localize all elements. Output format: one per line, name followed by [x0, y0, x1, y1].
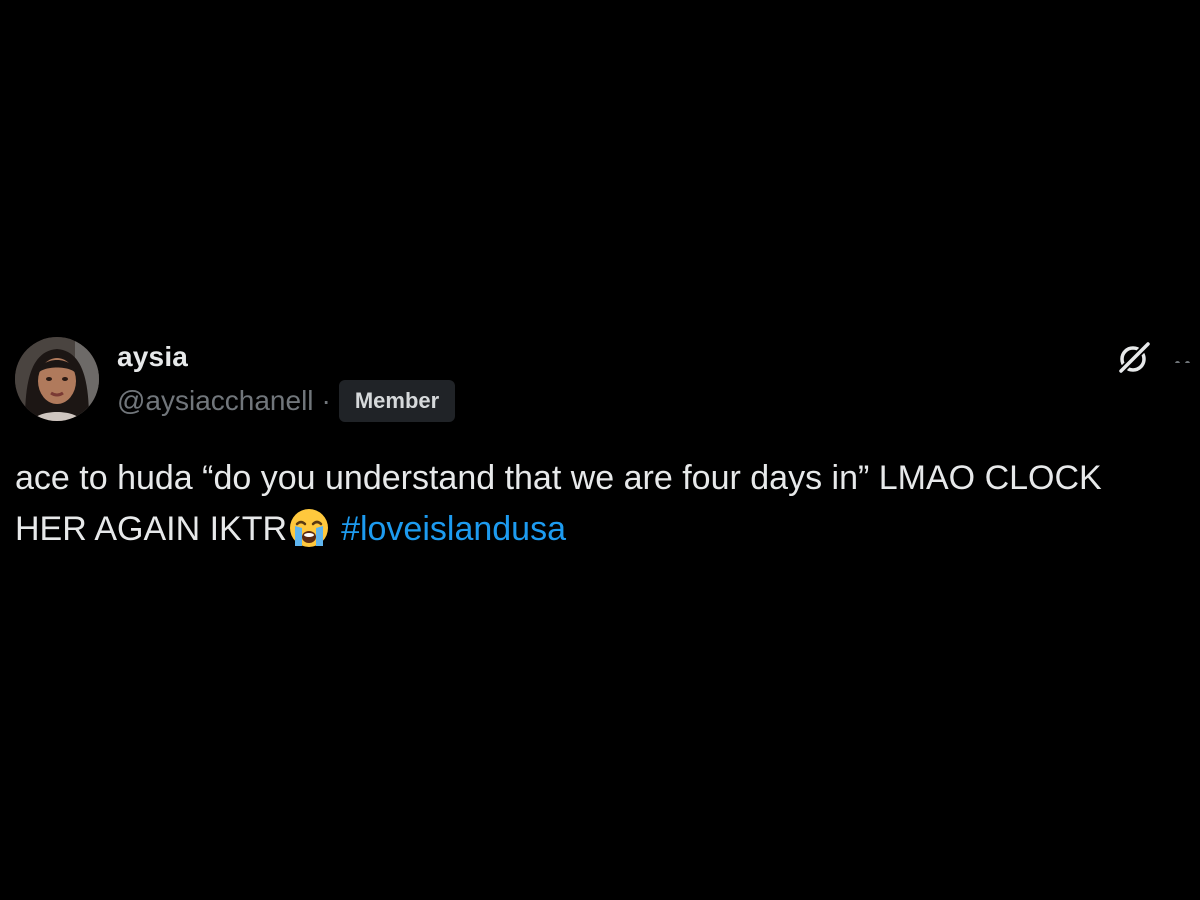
avatar-photo	[15, 337, 99, 421]
page: aysia @aysiacchanell · Member ace to hud…	[0, 0, 1200, 900]
post-text: ace to huda “do you understand that we a…	[15, 453, 1195, 555]
author-handle[interactable]: @aysiacchanell	[117, 385, 314, 417]
more-icon[interactable]	[1175, 353, 1200, 363]
author-meta: @aysiacchanell · Member	[117, 380, 456, 422]
member-badge[interactable]: Member	[338, 380, 456, 422]
loudly-crying-face-icon	[287, 506, 331, 550]
post-text-line-2: HER AGAIN IKTR	[15, 510, 288, 548]
separator-dot: ·	[321, 385, 331, 416]
hashtag-link[interactable]: #loveislandusa	[341, 510, 566, 548]
author-name[interactable]: aysia	[117, 341, 188, 373]
avatar[interactable]	[15, 337, 99, 421]
post-text-line-2-wrapper: HER AGAIN IKTR #loveislandusa	[15, 504, 1195, 555]
grok-icon[interactable]	[1115, 339, 1153, 377]
post-text-line-1: ace to huda “do you understand that we a…	[15, 459, 1102, 497]
